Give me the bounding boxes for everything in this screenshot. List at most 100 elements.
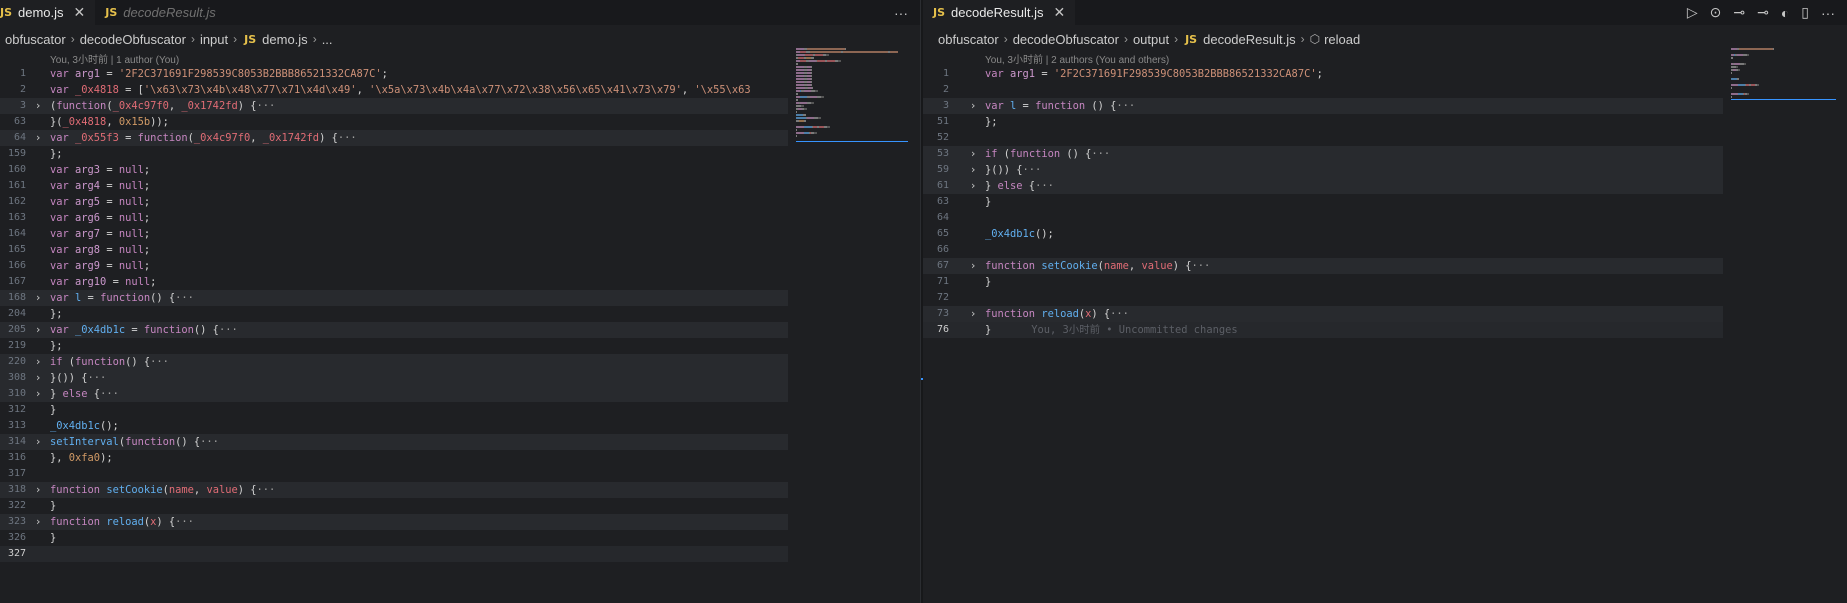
fold-chevron-icon[interactable]: › bbox=[971, 146, 975, 162]
fold-chevron-icon[interactable]: › bbox=[36, 370, 40, 386]
tab-decoderesult-js[interactable]: JS decodeResult.js ✕ bbox=[923, 0, 1076, 25]
code-line[interactable]: 220 › if (function() {··· bbox=[0, 354, 788, 370]
code-line[interactable]: 318 › function setCookie(name, value) {··· bbox=[0, 482, 788, 498]
code-line[interactable]: 323 › function reload(x) {··· bbox=[0, 514, 788, 530]
close-icon[interactable]: ✕ bbox=[1054, 4, 1066, 21]
line-number: 308 bbox=[7, 372, 26, 383]
fold-chevron-icon[interactable]: › bbox=[971, 162, 975, 178]
breadcrumb-item[interactable]: decodeObfuscator bbox=[80, 32, 186, 47]
inline-blame-annotation: You, 3小时前 • Uncommitted changes bbox=[1031, 324, 1238, 336]
code-line[interactable]: 161 var arg4 = null; bbox=[0, 178, 788, 194]
code-line[interactable]: 326} bbox=[0, 530, 788, 546]
blame-codelens[interactable]: You, 3小时前 | 1 author (You) bbox=[50, 51, 179, 66]
code-line[interactable]: 316}, 0xfa0); bbox=[0, 450, 788, 466]
code-line[interactable]: 219}; bbox=[0, 338, 788, 354]
more-actions-icon[interactable]: ··· bbox=[1821, 5, 1835, 21]
more-actions-icon[interactable]: ··· bbox=[894, 5, 908, 21]
code-line[interactable]: 66 bbox=[923, 242, 1723, 258]
code-line[interactable]: 313 _0x4db1c(); bbox=[0, 418, 788, 434]
code-line[interactable]: 52 bbox=[923, 130, 1723, 146]
fold-chevron-icon[interactable]: › bbox=[36, 354, 40, 370]
code-line[interactable]: 204}; bbox=[0, 306, 788, 322]
breadcrumb-item[interactable]: output bbox=[1133, 32, 1169, 47]
code-line[interactable]: 164 var arg7 = null; bbox=[0, 226, 788, 242]
close-icon[interactable]: ✕ bbox=[74, 4, 86, 21]
code-line[interactable]: 165 var arg8 = null; bbox=[0, 242, 788, 258]
fold-chevron-icon[interactable]: › bbox=[971, 306, 975, 322]
code-line[interactable]: 2 bbox=[923, 82, 1723, 98]
code-line[interactable]: 2 var _0x4818 = ['\x63\x73\x4b\x48\x77\x7… bbox=[0, 82, 788, 98]
breadcrumb-item[interactable]: reload bbox=[1324, 32, 1360, 47]
code-line[interactable]: 59 ›}()) {··· bbox=[923, 162, 1723, 178]
code-line[interactable]: 322} bbox=[0, 498, 788, 514]
fold-chevron-icon[interactable]: › bbox=[971, 98, 975, 114]
fold-chevron-icon[interactable]: › bbox=[36, 482, 40, 498]
code-line[interactable]: 53 › if (function () {··· bbox=[923, 146, 1723, 162]
breadcrumb-item[interactable]: obfuscator bbox=[938, 32, 999, 47]
code-line[interactable]: 162 var arg5 = null; bbox=[0, 194, 788, 210]
blame-codelens[interactable]: You, 3小时前 | 2 authors (You and others) bbox=[985, 51, 1169, 66]
code-line[interactable]: 314 › setInterval(function() {··· bbox=[0, 434, 788, 450]
timeline-icon[interactable]: ◐ bbox=[1781, 5, 1789, 21]
code-line[interactable]: 163 var arg6 = null; bbox=[0, 210, 788, 226]
fold-chevron-icon[interactable]: › bbox=[36, 290, 40, 306]
next-change-icon[interactable]: ⊸ bbox=[1757, 4, 1769, 21]
split-editor-icon[interactable]: ▯ bbox=[1801, 4, 1809, 21]
previous-change-icon[interactable]: ⊸ bbox=[1733, 4, 1745, 21]
code-line[interactable]: 76} You, 3小时前 • Uncommitted changes bbox=[923, 322, 1723, 338]
code-line[interactable]: 64 bbox=[923, 210, 1723, 226]
fold-chevron-icon[interactable]: › bbox=[36, 434, 40, 450]
code-line[interactable]: 63}(_0x4818, 0x15b)); bbox=[0, 114, 788, 130]
code-line[interactable]: 61 ›} else {··· bbox=[923, 178, 1723, 194]
breadcrumb-item[interactable]: decodeResult.js bbox=[1203, 32, 1296, 47]
fold-chevron-icon[interactable]: › bbox=[36, 514, 40, 530]
code-line[interactable]: 64 › var _0x55f3 = function(_0x4c97f0, _0x… bbox=[0, 130, 788, 146]
code-line[interactable]: 160 var arg3 = null; bbox=[0, 162, 788, 178]
code-line[interactable]: 1 var arg1 = '2F2C371691F298539C8053B2BBB… bbox=[923, 66, 1723, 82]
breadcrumb-item[interactable]: demo.js bbox=[262, 32, 308, 47]
minimap-viewport[interactable] bbox=[1731, 48, 1836, 100]
run-icon[interactable]: ▷ bbox=[1687, 4, 1698, 21]
code-text: function reload(x) {··· bbox=[50, 516, 194, 528]
minimap-viewport[interactable] bbox=[796, 48, 908, 142]
line-number: 66 bbox=[936, 244, 949, 255]
minimap[interactable] bbox=[796, 48, 908, 142]
fold-chevron-icon[interactable]: › bbox=[36, 322, 40, 338]
fold-chevron-icon[interactable]: › bbox=[36, 98, 40, 114]
code-line[interactable]: 317 bbox=[0, 466, 788, 482]
code-line[interactable]: 205 › var _0x4db1c = function() {··· bbox=[0, 322, 788, 338]
fold-chevron-icon[interactable]: › bbox=[36, 386, 40, 402]
code-line[interactable]: 166 var arg9 = null; bbox=[0, 258, 788, 274]
breadcrumb-item[interactable]: decodeObfuscator bbox=[1013, 32, 1119, 47]
tab-decoderesult-js[interactable]: JS decodeResult.js bbox=[95, 0, 226, 25]
fold-chevron-icon[interactable]: › bbox=[971, 258, 975, 274]
code-line[interactable]: 73 › function reload(x) {··· bbox=[923, 306, 1723, 322]
git-compare-icon[interactable]: ⊙ bbox=[1710, 4, 1722, 21]
code-line[interactable]: 1 var arg1 = '2F2C371691F298539C8053B2BBB… bbox=[0, 66, 788, 82]
minimap[interactable] bbox=[1731, 48, 1836, 100]
breadcrumb-item[interactable]: ... bbox=[322, 32, 333, 47]
code-line[interactable]: 308 ›}()) {··· bbox=[0, 370, 788, 386]
code-line[interactable]: 65 _0x4db1c(); bbox=[923, 226, 1723, 242]
code-line[interactable]: 71} bbox=[923, 274, 1723, 290]
code-line[interactable]: 3 › (function(_0x4c97f0, _0x1742fd) {··· bbox=[0, 98, 788, 114]
code-line[interactable]: 327 bbox=[0, 546, 788, 562]
fold-chevron-icon[interactable]: › bbox=[971, 178, 975, 194]
breadcrumb-item[interactable]: input bbox=[200, 32, 228, 47]
code-line[interactable]: 63} bbox=[923, 194, 1723, 210]
tab-label: demo.js bbox=[18, 5, 64, 20]
code-editor[interactable]: 1 var arg1 = '2F2C371691F298539C8053B2BBB… bbox=[0, 66, 788, 562]
fold-chevron-icon[interactable]: › bbox=[36, 130, 40, 146]
code-line[interactable]: 168 › var l = function() {··· bbox=[0, 290, 788, 306]
code-line[interactable]: 72 bbox=[923, 290, 1723, 306]
code-line[interactable]: 159}; bbox=[0, 146, 788, 162]
breadcrumb-item[interactable]: obfuscator bbox=[5, 32, 66, 47]
code-line[interactable]: 67 › function setCookie(name, value) {··· bbox=[923, 258, 1723, 274]
code-line[interactable]: 310 ›} else {··· bbox=[0, 386, 788, 402]
code-editor[interactable]: 1 var arg1 = '2F2C371691F298539C8053B2BBB… bbox=[923, 66, 1723, 338]
code-line[interactable]: 3 › var l = function () {··· bbox=[923, 98, 1723, 114]
code-line[interactable]: 167 var arg10 = null; bbox=[0, 274, 788, 290]
code-line[interactable]: 312} bbox=[0, 402, 788, 418]
code-line[interactable]: 51}; bbox=[923, 114, 1723, 130]
tab-demo-js[interactable]: JS demo.js ✕ bbox=[0, 0, 96, 25]
